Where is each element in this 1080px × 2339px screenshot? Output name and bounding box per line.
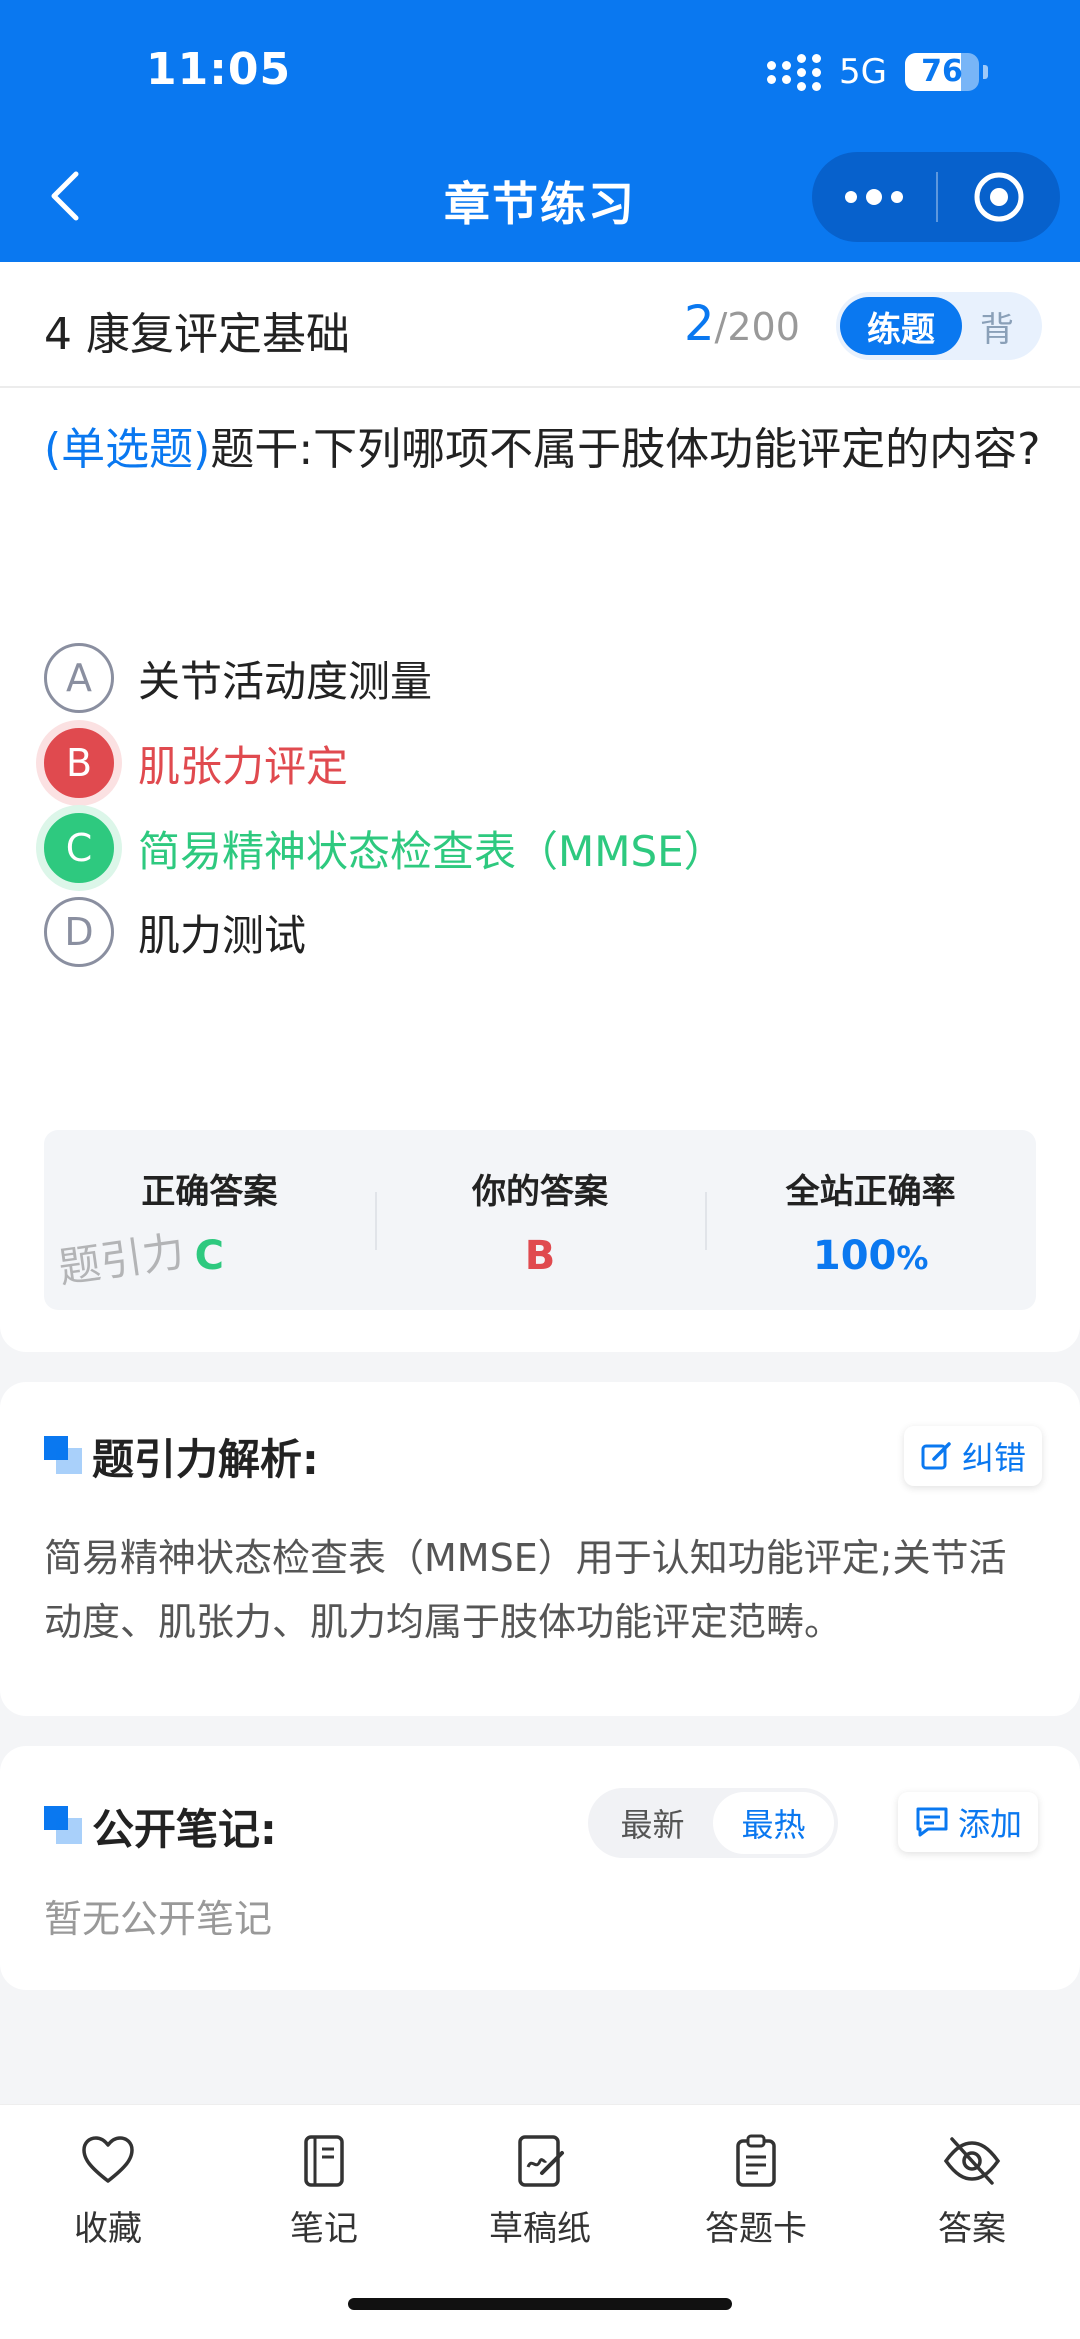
tab-label: 草稿纸	[489, 2209, 591, 2249]
tab-label: 答案	[938, 2209, 1006, 2249]
accuracy-number: 100	[812, 1233, 897, 1279]
public-notes-card: 公开笔记: 最新 最热 添加 暂无公开笔记	[0, 1746, 1080, 1990]
watermark: 题引力	[55, 1226, 188, 1293]
tab-notes[interactable]: 笔记	[216, 2133, 432, 2250]
option-b[interactable]: B 肌张力评定	[44, 723, 348, 803]
option-text: 肌力测试	[138, 910, 307, 960]
option-letter: D	[44, 897, 114, 967]
accuracy-section: 全站正确率 100%	[705, 1130, 1036, 1310]
heart-icon	[82, 2136, 134, 2183]
mini-program-capsule	[812, 152, 1060, 242]
mode-toggle[interactable]: 练题 背	[836, 292, 1042, 360]
option-text: 肌张力评定	[138, 741, 349, 791]
target-icon	[974, 172, 1024, 222]
add-note-label: 添加	[958, 1805, 1023, 1843]
section-square-icon	[44, 1806, 82, 1844]
option-letter: A	[44, 643, 114, 713]
close-mini-program-button[interactable]	[938, 152, 1060, 242]
total-questions: /200	[714, 305, 800, 349]
tab-answer-sheet[interactable]: 答题卡	[648, 2133, 864, 2250]
option-text: 关节活动度测量	[138, 656, 433, 706]
network-type: 5G	[839, 52, 887, 92]
battery-tip	[983, 65, 988, 79]
status-indicators: 5G 76	[767, 52, 988, 92]
option-letter: B	[44, 728, 114, 798]
eye-off-icon	[943, 2137, 1001, 2185]
option-c[interactable]: C 简易精神状态检查表（MMSE）	[44, 808, 726, 888]
analysis-title: 题引力解析:	[92, 1435, 319, 1484]
status-time: 11:05	[146, 44, 292, 95]
home-indicator[interactable]	[348, 2298, 732, 2310]
app-header: 11:05 5G 76 章节练习	[0, 0, 1080, 262]
report-error-button[interactable]: 纠错	[904, 1426, 1043, 1486]
tab-label: 收藏	[74, 2209, 142, 2249]
edit-icon	[921, 1442, 951, 1470]
accuracy-value: 100%	[705, 1233, 1036, 1279]
question-card: 4 康复评定基础 2/200 练题 背 (单选题)题干:下列哪项不属于肢体功能评…	[0, 262, 1080, 1352]
question-stem: (单选题)题干:下列哪项不属于肢体功能评定的内容?	[44, 410, 1044, 490]
battery-level: 76	[921, 54, 963, 89]
chapter-bar: 4 康复评定基础 2/200 练题 背	[0, 262, 1080, 388]
correct-answer-label: 正确答案	[141, 1172, 278, 1212]
answer-sheet-icon	[736, 2134, 776, 2187]
analysis-text: 简易精神状态检查表（MMSE）用于认知功能评定;关节活动度、肌张力、肌力均属于肢…	[44, 1536, 1007, 1644]
question-progress[interactable]: 2/200	[684, 296, 800, 352]
accuracy-unit: %	[896, 1239, 929, 1277]
mode-memorize[interactable]: 背	[980, 302, 1014, 351]
current-question-number: 2	[684, 296, 715, 352]
battery-icon: 76	[905, 53, 979, 91]
sort-hottest[interactable]: 最热	[713, 1792, 834, 1854]
correct-answer-section: 正确答案 C 题引力	[44, 1130, 375, 1310]
your-answer-label: 你的答案	[472, 1172, 608, 1212]
accuracy-label: 全站正确率	[785, 1172, 956, 1212]
section-square-icon	[44, 1436, 82, 1474]
chapter-title: 4 康复评定基础	[44, 309, 350, 360]
more-button[interactable]	[812, 152, 936, 242]
option-text: 简易精神状态检查表（MMSE）	[138, 826, 726, 876]
your-answer-value: B	[524, 1233, 556, 1279]
draft-icon	[518, 2135, 564, 2187]
empty-notes-text: 暂无公开笔记	[44, 1897, 273, 1941]
comment-icon	[916, 1807, 948, 1837]
add-note-button[interactable]: 添加	[898, 1792, 1039, 1852]
tab-label: 笔记	[290, 2209, 358, 2249]
report-error-label: 纠错	[962, 1439, 1027, 1477]
question-type: (单选题)	[44, 424, 211, 475]
notebook-icon	[304, 2135, 344, 2187]
sort-newest[interactable]: 最新	[592, 1792, 713, 1854]
answer-result-panel: 正确答案 C 题引力 你的答案 B 全站正确率 100%	[44, 1130, 1036, 1310]
mode-practice[interactable]: 练题	[840, 297, 962, 355]
analysis-card: 题引力解析: 纠错 简易精神状态检查表（MMSE）用于认知功能评定;关节活动度、…	[0, 1382, 1080, 1716]
your-answer-section: 你的答案 B	[374, 1130, 706, 1310]
notes-title: 公开笔记:	[92, 1805, 277, 1854]
signal-icon	[767, 53, 822, 91]
option-letter: C	[44, 813, 114, 883]
more-icon	[845, 191, 857, 203]
tab-draft[interactable]: 草稿纸	[432, 2133, 648, 2250]
tab-favorite[interactable]: 收藏	[0, 2133, 216, 2250]
question-text: 题干:下列哪项不属于肢体功能评定的内容?	[210, 424, 1041, 475]
tab-answer[interactable]: 答案	[864, 2133, 1080, 2250]
notes-sort-toggle[interactable]: 最新 最热	[588, 1788, 838, 1858]
option-d[interactable]: D 肌力测试	[44, 892, 306, 972]
option-a[interactable]: A 关节活动度测量	[44, 638, 432, 718]
tab-label: 答题卡	[705, 2209, 807, 2249]
